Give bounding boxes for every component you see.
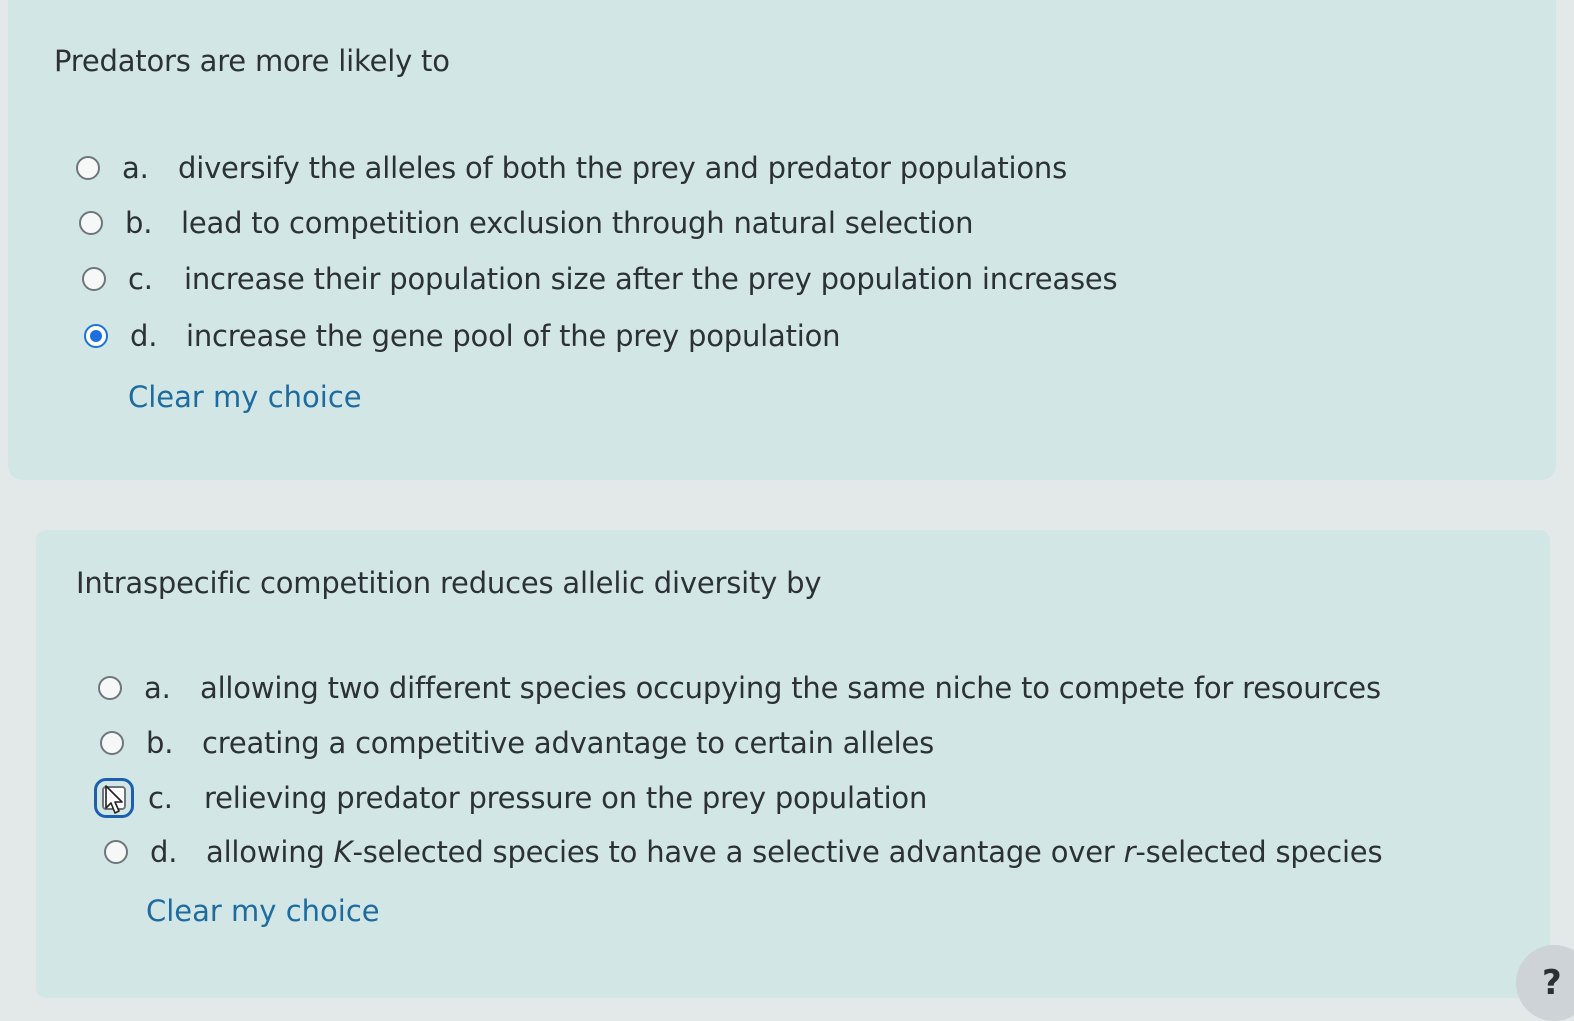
- option-letter: c.: [128, 262, 153, 296]
- q2-option-a[interactable]: a. allowing two different species occupy…: [98, 668, 1381, 708]
- radio-button[interactable]: [76, 156, 100, 180]
- clear-choice-link-2[interactable]: Clear my choice: [146, 894, 380, 928]
- question-mark-icon: ?: [1542, 963, 1562, 1003]
- option-text-mid: -selected species to have a selective ad…: [352, 835, 1124, 869]
- question-1-text: Predators are more likely to: [54, 44, 450, 78]
- question-2-text: Intraspecific competition reduces alleli…: [76, 566, 822, 600]
- option-text: allowing K-selected species to have a se…: [206, 835, 1383, 869]
- radio-button[interactable]: [98, 676, 122, 700]
- option-text: increase their population size after the…: [184, 262, 1118, 296]
- radio-button[interactable]: [100, 731, 124, 755]
- option-text: diversify the alleles of both the prey a…: [178, 151, 1067, 185]
- radio-button-selected[interactable]: [84, 324, 108, 348]
- option-text: relieving predator pressure on the prey …: [204, 781, 928, 815]
- option-letter: a.: [144, 671, 171, 705]
- option-letter: b.: [125, 206, 153, 240]
- q2-option-c[interactable]: c. relieving predator pressure on the pr…: [94, 778, 928, 818]
- k-italic: K: [333, 835, 353, 869]
- option-letter: d.: [150, 835, 178, 869]
- clear-choice-link-1[interactable]: Clear my choice: [128, 380, 362, 414]
- option-text: creating a competitive advantage to cert…: [202, 726, 935, 760]
- option-text-suffix: -selected species: [1135, 835, 1383, 869]
- option-text: increase the gene pool of the prey popul…: [186, 319, 841, 353]
- option-text: lead to competition exclusion through na…: [181, 206, 974, 240]
- radio-button[interactable]: [82, 267, 106, 291]
- option-text-prefix: allowing: [206, 835, 334, 869]
- option-letter: a.: [122, 151, 149, 185]
- option-letter: b.: [146, 726, 174, 760]
- q1-option-b[interactable]: b. lead to competition exclusion through…: [79, 203, 973, 243]
- mouse-pointer-icon: [105, 785, 123, 814]
- r-italic: r: [1123, 835, 1136, 869]
- option-letter: d.: [130, 319, 158, 353]
- q1-option-d[interactable]: d. increase the gene pool of the prey po…: [84, 316, 841, 356]
- q2-option-b[interactable]: b. creating a competitive advantage to c…: [100, 723, 934, 763]
- radio-button[interactable]: [79, 211, 103, 235]
- q2-option-d[interactable]: d. allowing K-selected species to have a…: [104, 832, 1383, 872]
- option-text: allowing two different species occupying…: [200, 671, 1381, 705]
- q1-option-c[interactable]: c. increase their population size after …: [82, 259, 1118, 299]
- q1-option-a[interactable]: a. diversify the alleles of both the pre…: [76, 148, 1067, 188]
- option-letter: c.: [148, 781, 173, 815]
- radio-button[interactable]: [104, 840, 128, 864]
